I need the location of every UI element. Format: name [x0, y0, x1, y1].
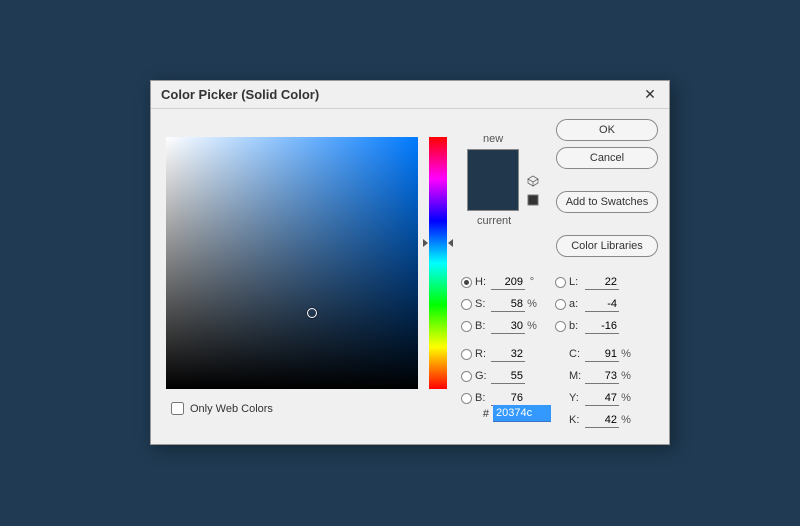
label-a: a:	[569, 298, 585, 310]
color-field[interactable]	[166, 137, 418, 389]
label-k: K:	[569, 414, 585, 426]
input-k[interactable]	[585, 412, 619, 428]
input-c[interactable]	[585, 346, 619, 362]
label-lb: b:	[569, 320, 585, 332]
hex-input[interactable]	[493, 405, 551, 422]
label-l: L:	[569, 276, 585, 288]
label-m: M:	[569, 370, 585, 382]
color-preview	[467, 149, 519, 211]
preview-new-color	[468, 150, 518, 180]
radio-s[interactable]	[461, 299, 472, 310]
label-b2: B:	[475, 392, 491, 404]
radio-r[interactable]	[461, 349, 472, 360]
hue-slider[interactable]	[429, 137, 447, 389]
button-column: OK Cancel Add to Swatches Color Librarie…	[556, 119, 658, 257]
close-icon[interactable]: ✕	[641, 86, 659, 104]
unit-degree: °	[525, 276, 539, 288]
titlebar: Color Picker (Solid Color) ✕	[151, 81, 669, 109]
color-picker-dialog: Color Picker (Solid Color) ✕ new current…	[150, 80, 670, 445]
input-b2[interactable]	[491, 390, 525, 406]
hue-marker-right-icon	[448, 239, 453, 247]
unit-pct-s: %	[525, 298, 539, 310]
input-h[interactable]	[491, 274, 525, 290]
add-to-swatches-button[interactable]: Add to Swatches	[556, 191, 658, 213]
input-m[interactable]	[585, 368, 619, 384]
current-label: current	[477, 215, 511, 227]
input-lb[interactable]	[585, 318, 619, 334]
unit-pct-k: %	[619, 414, 633, 426]
preview-current-color[interactable]	[468, 180, 518, 210]
input-bb[interactable]	[491, 318, 525, 334]
color-libraries-button[interactable]: Color Libraries	[556, 235, 658, 257]
radio-bb[interactable]	[461, 321, 472, 332]
radio-h[interactable]	[461, 277, 472, 288]
dialog-body: new current OK Cancel Add to Swatches Co…	[151, 109, 669, 444]
label-bb: B:	[475, 320, 491, 332]
hash-label: #	[475, 408, 493, 420]
label-c: C:	[569, 348, 585, 360]
ok-button[interactable]: OK	[556, 119, 658, 141]
input-r[interactable]	[491, 346, 525, 362]
only-web-colors-row[interactable]: Only Web Colors	[171, 402, 273, 415]
hue-marker-left-icon	[423, 239, 428, 247]
unit-pct-y: %	[619, 392, 633, 404]
hex-row: #	[461, 405, 551, 422]
unit-pct-b: %	[525, 320, 539, 332]
radio-a[interactable]	[555, 299, 566, 310]
label-h: H:	[475, 276, 491, 288]
input-y[interactable]	[585, 390, 619, 406]
dialog-title: Color Picker (Solid Color)	[161, 87, 641, 102]
radio-b2[interactable]	[461, 393, 472, 404]
gamut-warning-icons	[527, 175, 541, 213]
cancel-button[interactable]: Cancel	[556, 147, 658, 169]
new-label: new	[483, 133, 503, 145]
cube-icon[interactable]	[527, 175, 541, 190]
input-s[interactable]	[491, 296, 525, 312]
input-l[interactable]	[585, 274, 619, 290]
unit-pct-m: %	[619, 370, 633, 382]
label-y: Y:	[569, 392, 585, 404]
radio-l[interactable]	[555, 277, 566, 288]
only-web-colors-label: Only Web Colors	[190, 403, 273, 415]
color-field-cursor[interactable]	[307, 308, 317, 318]
only-web-colors-checkbox[interactable]	[171, 402, 184, 415]
radio-g[interactable]	[461, 371, 472, 382]
label-s: S:	[475, 298, 491, 310]
websafe-swatch-icon[interactable]	[527, 194, 541, 209]
input-a[interactable]	[585, 296, 619, 312]
unit-pct-c: %	[619, 348, 633, 360]
label-g: G:	[475, 370, 491, 382]
label-r: R:	[475, 348, 491, 360]
radio-lb[interactable]	[555, 321, 566, 332]
input-g[interactable]	[491, 368, 525, 384]
